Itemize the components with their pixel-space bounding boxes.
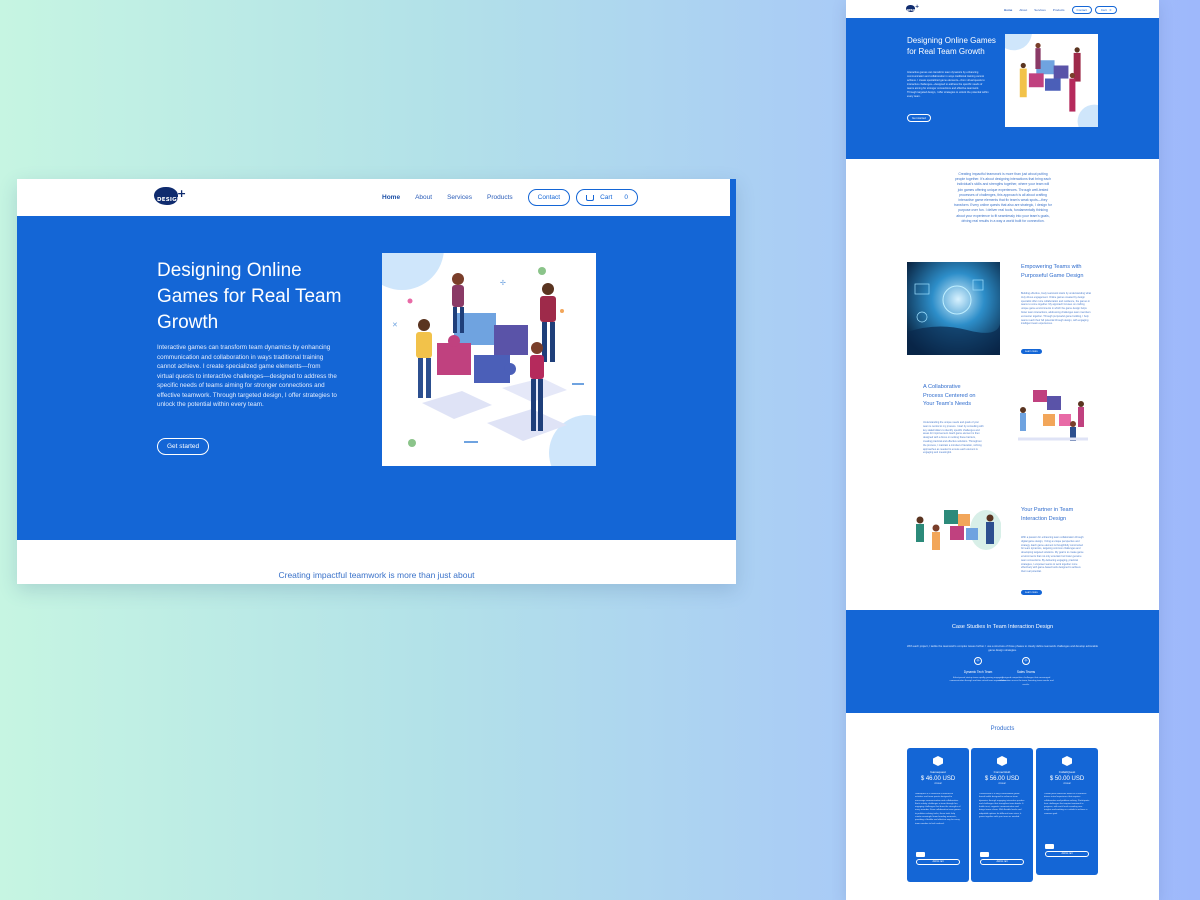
nav-products[interactable]: Products <box>487 194 513 201</box>
hero-section: Designing Online Games for Real Team Gro… <box>17 216 736 540</box>
product-name: CollabQuest <box>1058 770 1076 774</box>
product-name: Gamequest <box>930 770 946 774</box>
case-studies-title: Case Studies In Team Interaction Design <box>951 624 1054 630</box>
logo-small[interactable]: DESIGN + <box>906 4 919 12</box>
feature-3-body: With a passion for enhancing team collab… <box>1021 536 1084 574</box>
case-study-name: Sales Teams <box>1016 670 1036 674</box>
badge-icon: ✧ <box>974 657 982 665</box>
hero-title-small: Designing Online Games for Real Team Gro… <box>907 36 996 56</box>
contact-button[interactable]: Contact <box>527 189 571 206</box>
product-name: ConnectHub <box>993 770 1011 774</box>
case-study-card: ✧ Sales Teams Designed competitive chall… <box>996 657 1056 687</box>
product-period: Annual <box>934 783 942 785</box>
nav-products-small[interactable]: Products <box>1053 8 1065 12</box>
quantity-input[interactable] <box>1045 844 1054 849</box>
feature-2-title: A Collaborative Process Centered on Your… <box>923 384 976 407</box>
svg-text:✕: ✕ <box>392 321 398 329</box>
product-card: CollabQuest $ 50.00 USD Annual CollabQue… <box>1036 748 1098 875</box>
badge-icon: ✧ <box>1022 657 1030 665</box>
case-studies-subtitle: With each project, I tackle the teamwork… <box>907 645 1098 652</box>
nav-services[interactable]: Services <box>447 194 472 201</box>
logo[interactable]: DESIGN + <box>154 187 186 205</box>
product-card: ConnectHub $ 56.00 USD Annual ConnectHub… <box>971 748 1033 882</box>
intro-text: Creating impactful teamwork is more than… <box>954 172 1052 223</box>
quantity-input[interactable] <box>916 852 925 857</box>
contact-button-small[interactable]: Contact <box>1071 6 1092 14</box>
add-to-cart-button[interactable]: Add to cart <box>980 859 1024 865</box>
add-to-cart-button[interactable]: Add to cart <box>1045 851 1089 857</box>
logo-mark-icon: DESIGN <box>154 187 181 205</box>
intro-strip: Creating impactful teamwork is more than… <box>17 540 736 584</box>
hero-title: Designing Online Games for Real Team Gro… <box>157 260 342 333</box>
cart-count-small: 0 <box>1109 8 1112 12</box>
feature-1-learn-more-button[interactable]: Learn more <box>1021 349 1042 354</box>
main-menu: Home About Services Products Contact Car… <box>382 189 638 206</box>
cart-label: Cart <box>600 194 613 201</box>
team-puzzle-illustration: ✢ ✕ <box>382 253 596 466</box>
product-period: Annual <box>998 783 1006 785</box>
hero-body-small: Interactive games can transform team dyn… <box>907 71 989 98</box>
intro-preview-text: Creating impactful teamwork is more than… <box>278 570 475 580</box>
logo-mark-small-icon: DESIGN <box>906 5 918 12</box>
quantity-input[interactable] <box>980 852 989 857</box>
nav-home-small[interactable]: Home <box>1004 8 1012 12</box>
navbar-small: DESIGN + Home About Services Products Co… <box>846 0 1159 18</box>
cube-icon <box>1062 756 1072 766</box>
cube-icon <box>997 756 1007 766</box>
nav-about-small[interactable]: About <box>1019 8 1027 12</box>
navbar: DESIGN + Home About Services Products Co… <box>17 179 736 216</box>
cart-icon <box>586 194 595 201</box>
hero-section-small: Designing Online Games for Real Team Gro… <box>846 18 1159 159</box>
cart-button-small[interactable]: Cart 0 <box>1094 6 1118 14</box>
feature-2-body: Understanding the unique needs and goals… <box>923 421 984 455</box>
tech-network-image <box>907 262 1000 355</box>
products-title: Products <box>990 726 1015 732</box>
cube-icon <box>933 756 943 766</box>
product-period: Annual <box>1063 783 1071 785</box>
cart-button[interactable]: Cart 0 <box>576 189 638 206</box>
feature-1-title: Empowering Teams with Purposeful Game De… <box>1021 264 1084 279</box>
feature-3-title: Your Partner in Team Interaction Design <box>1021 507 1074 522</box>
case-study-desc: Designed competitive challenges that enc… <box>998 677 1054 686</box>
case-studies-section: Case Studies In Team Interaction Design … <box>846 610 1159 713</box>
add-to-cart-button[interactable]: Add to cart <box>916 859 960 865</box>
product-price: $ 46.00 USD <box>920 776 956 782</box>
team-puzzle-illustration-small <box>1005 34 1098 127</box>
main-menu-small: Home About Services Products Contact Car… <box>1004 6 1118 14</box>
fullpage-preview: DESIGN + Home About Services Products Co… <box>846 0 1159 900</box>
hero-body: Interactive games can transform team dyn… <box>157 344 337 408</box>
puzzle-team-illustration <box>906 500 1001 558</box>
nav-services-small[interactable]: Services <box>1034 8 1046 12</box>
get-started-button[interactable]: Get started <box>157 438 210 455</box>
product-card: Gamequest $ 46.00 USD Annual Gamequest i… <box>907 748 969 882</box>
svg-text:✢: ✢ <box>500 279 506 287</box>
cart-label-small: Cart <box>1100 8 1107 12</box>
product-desc: CollabQuest immerses teams in a narrativ… <box>1044 793 1090 815</box>
feature-3-learn-more-button[interactable]: Learn more <box>1021 590 1042 595</box>
get-started-button-small[interactable]: Get started <box>907 114 931 122</box>
product-price: $ 50.00 USD <box>1049 776 1085 782</box>
feature-1-body: Building effective, lively teamwork star… <box>1021 292 1091 326</box>
product-desc: Gamequest is a collection of interactive… <box>915 793 961 825</box>
nav-home[interactable]: Home <box>382 194 400 201</box>
product-price: $ 56.00 USD <box>984 776 1020 782</box>
desktop-preview: DESIGN + Home About Services Products Co… <box>17 179 736 584</box>
nav-about[interactable]: About <box>415 194 432 201</box>
collaboration-illustration <box>1013 384 1093 444</box>
cart-count: 0 <box>624 194 628 201</box>
product-desc: ConnectHub is a fully customizable game-… <box>979 793 1025 819</box>
